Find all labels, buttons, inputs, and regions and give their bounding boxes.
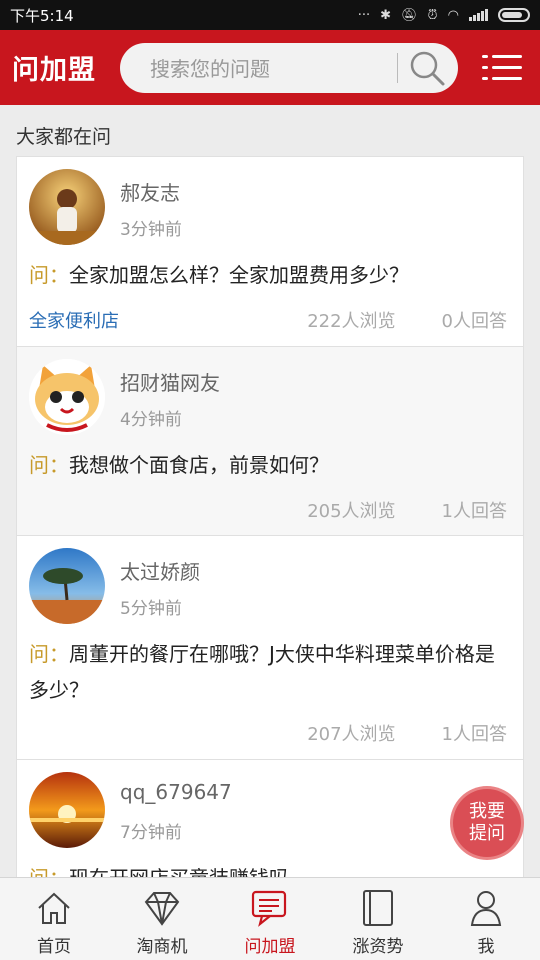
search-icon[interactable] <box>406 47 448 89</box>
ask-label-line2: 提问 <box>469 823 505 844</box>
nav-item-home[interactable]: 首页 <box>0 878 108 960</box>
post-time: 4分钟前 <box>120 410 182 430</box>
question-prefix: 问： <box>29 453 69 477</box>
bottom-nav: 首页 淘商机 问加盟 涨资势 我 <box>0 877 540 960</box>
username[interactable]: 郝友志 <box>120 177 180 206</box>
search-bar[interactable]: 搜索您的问题 <box>120 42 458 93</box>
avatar[interactable] <box>29 359 105 435</box>
question-text[interactable]: 问：周董开的餐厅在哪哦？J大侠中华料理菜单价格是多少？ <box>29 636 509 708</box>
nav-item-ask[interactable]: 问加盟 <box>216 878 324 960</box>
question-prefix: 问： <box>29 642 69 666</box>
nav-label: 问加盟 <box>244 937 296 957</box>
question-body[interactable]: 全家加盟怎么样？全家加盟费用多少？ <box>69 263 409 287</box>
battery-icon <box>498 8 530 22</box>
more-dots-icon: ··· <box>357 7 371 23</box>
nav-label: 我 <box>477 937 495 957</box>
home-icon <box>38 892 70 924</box>
nav-item-knowledge[interactable]: 涨资势 <box>324 878 432 960</box>
nav-item-opportunities[interactable]: 淘商机 <box>108 878 216 960</box>
answer-count: 1人回答 <box>441 724 507 745</box>
nav-label: 涨资势 <box>352 937 404 957</box>
username[interactable]: qq_679647 <box>120 780 232 804</box>
menu-icon[interactable] <box>482 51 522 85</box>
view-count: 205人浏览 <box>307 501 396 522</box>
status-bar: 下午5:14 ··· ✱ 🔕︎ ⏰︎ ◠ <box>0 0 540 30</box>
question-card[interactable]: 招财猫网友 4分钟前 问：我想做个面食店，前景如何？ 205人浏览 1人回答 <box>16 346 524 535</box>
mute-icon: 🔕︎ <box>401 7 418 23</box>
nav-label: 淘商机 <box>136 937 188 957</box>
app-logo[interactable]: 问加盟 <box>12 48 112 87</box>
question-body[interactable]: 周董开的餐厅在哪哦？J大侠中华料理菜单价格是多少？ <box>29 642 495 702</box>
avatar[interactable] <box>29 169 105 245</box>
app-header: 问加盟 搜索您的问题 <box>0 30 540 105</box>
signal-icon <box>469 9 488 21</box>
avatar[interactable] <box>29 548 105 624</box>
view-count: 222人浏览 <box>307 311 396 332</box>
view-count: 207人浏览 <box>307 724 396 745</box>
avatar[interactable] <box>29 772 105 848</box>
post-time: 3分钟前 <box>120 220 182 240</box>
nav-label: 首页 <box>37 937 71 957</box>
username[interactable]: 太过娇颜 <box>120 556 200 585</box>
book-icon <box>363 890 393 926</box>
question-card[interactable]: 郝友志 3分钟前 问：全家加盟怎么样？全家加盟费用多少？ 全家便利店 222人浏… <box>16 156 524 346</box>
search-placeholder[interactable]: 搜索您的问题 <box>150 53 397 82</box>
question-text[interactable]: 问：我想做个面食店，前景如何？ <box>29 447 509 483</box>
post-time: 5分钟前 <box>120 599 182 619</box>
wifi-icon: ◠ <box>447 7 459 23</box>
question-list: 郝友志 3分钟前 问：全家加盟怎么样？全家加盟费用多少？ 全家便利店 222人浏… <box>16 156 524 899</box>
search-divider <box>397 52 398 83</box>
question-card[interactable]: 太过娇颜 5分钟前 问：周董开的餐厅在哪哦？J大侠中华料理菜单价格是多少？ 20… <box>16 535 524 759</box>
ask-label-line1: 我要 <box>469 801 505 822</box>
question-stats: 222人浏览 0人回答 <box>307 307 507 333</box>
post-time: 7分钟前 <box>120 823 182 843</box>
question-prefix: 问： <box>29 263 69 287</box>
status-icons: ··· ✱ 🔕︎ ⏰︎ ◠ <box>358 8 530 23</box>
nav-item-me[interactable]: 我 <box>432 878 540 960</box>
diamond-icon <box>144 892 180 926</box>
question-stats: 205人浏览 1人回答 <box>307 497 507 523</box>
alarm-icon: ⏰︎ <box>427 7 438 23</box>
question-body[interactable]: 我想做个面食店，前景如何？ <box>69 453 329 477</box>
ask-question-button[interactable]: 我要 提问 <box>450 786 524 860</box>
category-tag[interactable]: 全家便利店 <box>29 307 119 333</box>
question-text[interactable]: 问：全家加盟怎么样？全家加盟费用多少？ <box>29 257 509 293</box>
answer-count: 1人回答 <box>441 501 507 522</box>
section-title: 大家都在问 <box>16 126 112 148</box>
username[interactable]: 招财猫网友 <box>120 367 220 396</box>
bluetooth-icon: ✱ <box>380 7 391 23</box>
question-stats: 207人浏览 1人回答 <box>307 720 507 746</box>
user-icon <box>470 891 502 926</box>
answer-count: 0人回答 <box>441 311 507 332</box>
status-time: 下午5:14 <box>10 6 74 25</box>
chat-icon <box>251 890 287 927</box>
